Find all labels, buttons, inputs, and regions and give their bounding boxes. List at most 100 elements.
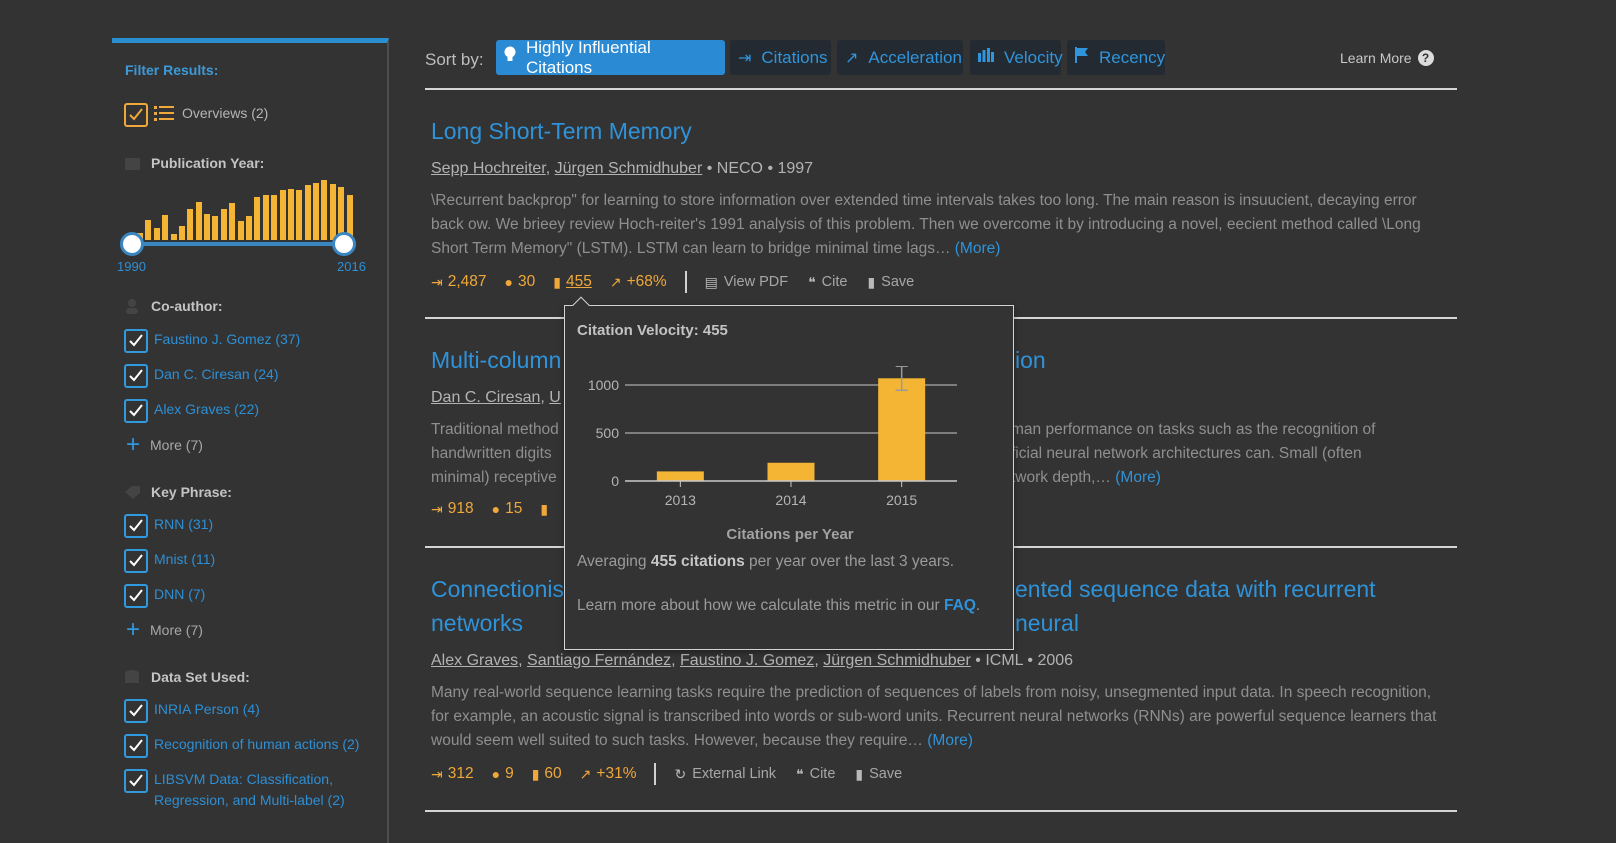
citation-arrow-icon: ⇥	[431, 500, 443, 517]
influential-metric[interactable]: ● 30	[505, 273, 536, 291]
sort-option-label: Recency	[1099, 47, 1166, 67]
more-link[interactable]: (More)	[927, 732, 973, 749]
velocity-metric[interactable]: ▮	[540, 501, 553, 518]
metric-value: +68%	[626, 273, 667, 290]
learn-more-link[interactable]: Learn More ?	[1340, 50, 1434, 66]
checkbox[interactable]	[124, 514, 148, 538]
author-link[interactable]: Jürgen Schmidhuber	[555, 160, 703, 177]
histogram-bar	[212, 216, 219, 240]
histogram-bar	[271, 195, 278, 240]
checkbox[interactable]	[124, 399, 148, 423]
action-label: Save	[881, 274, 915, 290]
author-link[interactable]: U	[549, 389, 561, 406]
avg-text: per year over the last 3 years.	[744, 553, 955, 570]
coauthor-more[interactable]: + More (7)	[126, 433, 203, 457]
save-button[interactable]: ▮ Save	[855, 766, 902, 783]
keyphrase-filter[interactable]: RNN (31)	[124, 514, 213, 538]
action-label: Cite	[809, 766, 836, 782]
year-start-handle[interactable]	[120, 232, 144, 256]
citations-metric[interactable]: ⇥ 312	[431, 765, 474, 783]
metric-value: 455	[565, 273, 592, 290]
author-link[interactable]: Faustino J. Gomez	[680, 652, 814, 669]
histogram-bar	[178, 226, 185, 240]
checkbox[interactable]	[124, 699, 148, 723]
coauthor-filter[interactable]: Alex Graves (22)	[124, 399, 259, 423]
author-link[interactable]: Sepp Hochreiter	[431, 160, 546, 177]
faq-link[interactable]: FAQ	[944, 597, 976, 614]
checkbox[interactable]	[124, 103, 148, 127]
abstract-line: twork depth,…	[1011, 469, 1111, 486]
dataset-filter[interactable]: Recognition of human actions (2)	[124, 734, 359, 758]
sort-label: Sort by:	[425, 50, 484, 69]
year-start-label: 1990	[117, 259, 146, 274]
keyphrase-heading: Key Phrase:	[124, 484, 232, 500]
dataset-filter[interactable]: INRIA Person (4)	[124, 699, 260, 723]
checkbox[interactable]	[124, 584, 148, 608]
view-pdf-button[interactable]: ▤ View PDF	[705, 274, 788, 291]
more-link[interactable]: (More)	[955, 240, 1001, 257]
venue-year: • ICML • 2006	[975, 652, 1074, 669]
checkbox[interactable]	[124, 364, 148, 388]
trend-up-icon: ↗	[845, 49, 859, 67]
sort-option-label: Citations	[761, 47, 828, 67]
faq-text: .	[975, 597, 981, 614]
checkbox[interactable]	[124, 734, 148, 758]
coauthor-filter[interactable]: Dan C. Ciresan (24)	[124, 364, 279, 388]
year-range-track[interactable]	[136, 242, 356, 246]
author-link[interactable]: Santiago Fernández	[527, 652, 671, 669]
quote-icon: ❝	[808, 273, 816, 290]
keyphrase-more[interactable]: + More (7)	[126, 618, 203, 642]
database-icon	[124, 669, 141, 685]
sort-velocity-button[interactable]: Velocity	[970, 40, 1063, 75]
checkbox[interactable]	[124, 549, 148, 573]
popup-faq: Learn more about how we calculate this m…	[577, 594, 997, 618]
histogram-bar	[195, 202, 202, 240]
year-end-handle[interactable]	[332, 232, 356, 256]
external-link-button[interactable]: ↻ External Link	[674, 766, 776, 783]
acceleration-metric[interactable]: ↗ +31%	[580, 765, 637, 783]
learn-more-label: Learn More	[1340, 50, 1412, 66]
save-button[interactable]: ▮ Save	[867, 274, 914, 291]
author-link[interactable]: Jürgen Schmidhuber	[823, 652, 971, 669]
tag-icon	[124, 485, 141, 500]
bookmark-icon: ▮	[855, 765, 864, 782]
paper-metrics: ⇥ 312 ● 9 ▮ 60 ↗ +31% ↻ External Link ❝ Cite ▮…	[431, 763, 922, 785]
chart-bar	[656, 471, 704, 481]
abstract-text: \Recurrent backprop" for learning to sto…	[431, 192, 1421, 257]
author-link[interactable]: Alex Graves	[431, 652, 518, 669]
histogram-bar	[246, 216, 252, 240]
y-tick-label: 0	[611, 473, 619, 489]
influential-metric[interactable]: ● 9	[492, 765, 514, 783]
histogram-bar	[229, 203, 236, 240]
overviews-filter[interactable]: Overviews (2)	[124, 103, 268, 128]
flag-icon	[1075, 47, 1089, 68]
citations-metric[interactable]: ⇥ 2,487	[431, 273, 487, 291]
sort-highly-influential-button[interactable]: Highly Influential Citations	[496, 38, 725, 77]
sort-recency-button[interactable]: Recency	[1067, 40, 1165, 75]
histogram-bar	[262, 195, 269, 240]
velocity-metric[interactable]: ▮ 60	[532, 765, 562, 783]
title-fragment: ion	[1015, 347, 1046, 373]
title-fragment: Multi-column	[431, 347, 562, 373]
keyphrase-filter[interactable]: Mnist (11)	[124, 549, 215, 573]
paper-title[interactable]: Long Short-Term Memory	[431, 114, 1441, 148]
checkbox[interactable]	[124, 769, 148, 793]
dataset-filter[interactable]: LIBSVM Data: Classification, Regression,…	[124, 769, 369, 811]
cite-button[interactable]: ❝ Cite	[796, 766, 835, 783]
author-link[interactable]: Dan C. Ciresan	[431, 389, 540, 406]
sort-acceleration-button[interactable]: ↗ Acceleration	[837, 40, 963, 75]
action-label: View PDF	[723, 274, 789, 290]
abstract-line: man performance on tasks such as the rec…	[1011, 421, 1376, 438]
influential-metric[interactable]: ● 15	[492, 500, 523, 518]
acceleration-metric[interactable]: ↗ +68%	[610, 273, 667, 291]
divider	[684, 271, 687, 293]
citations-metric[interactable]: ⇥ 918	[431, 500, 474, 518]
checkbox[interactable]	[124, 329, 148, 353]
bar-chart-icon	[978, 48, 994, 67]
sort-citations-button[interactable]: ⇥ Citations	[730, 40, 831, 75]
cite-button[interactable]: ❝ Cite	[808, 274, 847, 291]
keyphrase-filter[interactable]: DNN (7)	[124, 584, 205, 608]
velocity-metric[interactable]: ▮ 455	[553, 273, 592, 291]
more-link[interactable]: (More)	[1115, 469, 1161, 486]
coauthor-filter[interactable]: Faustino J. Gomez (37)	[124, 329, 300, 353]
